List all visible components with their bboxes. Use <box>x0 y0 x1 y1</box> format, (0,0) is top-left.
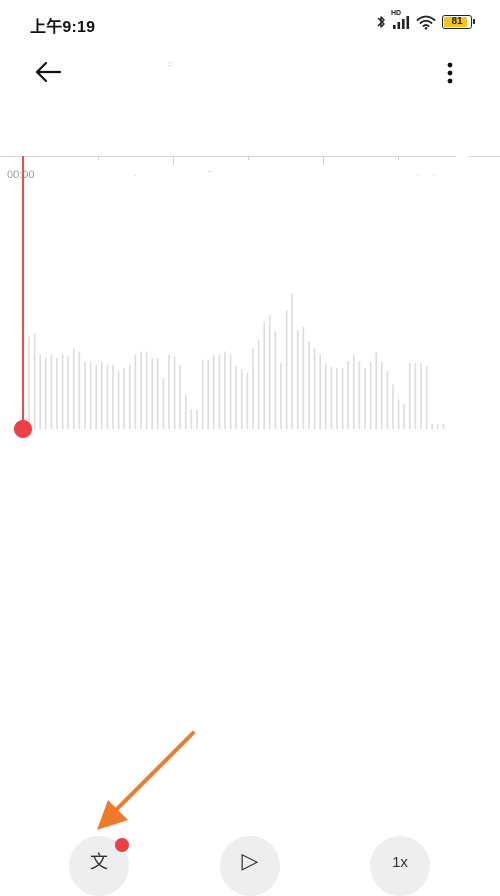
bluetooth-icon <box>376 14 386 30</box>
timeline-tick <box>398 156 399 160</box>
play-icon: ▷ <box>241 848 259 873</box>
wifi-icon <box>416 14 436 30</box>
toolbar: = <box>0 46 500 104</box>
timeline-faint-mark: · <box>432 171 435 180</box>
timeline-tick <box>323 156 324 165</box>
timeline-tick <box>173 156 174 165</box>
notification-dot <box>115 838 129 852</box>
timeline-faint-mark: - <box>134 171 137 180</box>
play-button[interactable]: ▷ <box>220 836 280 896</box>
waveform-bars <box>28 293 445 429</box>
tag-icon: 文 <box>90 852 108 872</box>
timeline-faint-mark: · <box>416 171 419 180</box>
signal-icon: HD <box>391 10 410 30</box>
playhead-line <box>22 156 24 429</box>
recording-title: = <box>167 59 173 69</box>
battery-icon: 81 <box>442 15 475 29</box>
timeline-tick <box>248 156 249 160</box>
annotation-arrow <box>80 724 200 845</box>
battery-level: 81 <box>451 16 463 27</box>
status-bar: 上午9:19 HD 81 <box>0 0 500 46</box>
network-type-label: HD <box>391 10 402 17</box>
timeline-axis <box>0 156 456 157</box>
playback-speed-button[interactable]: 1x <box>370 836 430 896</box>
waveform[interactable] <box>0 156 500 450</box>
back-button[interactable] <box>28 56 68 92</box>
timeline-ruler[interactable]: 00:00 - – · · <box>0 156 500 181</box>
playhead-handle[interactable] <box>14 420 32 438</box>
status-time: 上午9:19 <box>30 19 96 36</box>
arrow-left-icon <box>33 60 63 89</box>
more-options-button[interactable] <box>436 58 464 92</box>
timeline-tick <box>98 156 99 160</box>
status-icons: HD 81 <box>376 10 475 32</box>
timeline-faint-mark: – <box>208 167 213 176</box>
more-vertical-icon <box>447 61 453 90</box>
speed-icon: 1x <box>392 854 408 871</box>
timeline-axis-tail <box>468 156 500 157</box>
